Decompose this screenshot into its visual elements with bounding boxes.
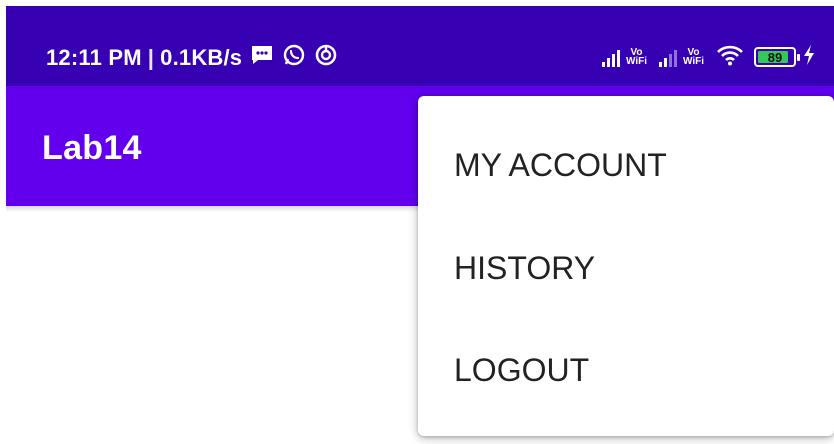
clock-text: 12:11 PM <box>46 45 142 70</box>
status-bar: 12:11 PM | 0.1KB/s Vo WiFi Vo WiFi 89 <box>6 6 834 86</box>
signal-icon <box>658 47 677 67</box>
battery-level-text: 89 <box>767 49 783 65</box>
whatsapp-icon <box>282 43 306 73</box>
status-separator: | <box>147 45 155 70</box>
status-left-group: 12:11 PM | 0.1KB/s <box>46 43 338 73</box>
overflow-menu: MY ACCOUNT HISTORY LOGOUT <box>418 96 834 436</box>
app-title: Lab14 <box>42 129 142 167</box>
menu-item-history[interactable]: HISTORY <box>418 233 834 303</box>
signal-icon <box>601 47 620 67</box>
app-screen: 12:11 PM | 0.1KB/s Vo WiFi Vo WiFi 89 La… <box>0 0 834 444</box>
vowifi-icon: Vo WiFi <box>682 48 704 67</box>
vowifi-label-bottom: WiFi <box>682 56 704 67</box>
wifi-icon <box>716 44 744 71</box>
message-icon <box>250 44 274 72</box>
charging-icon <box>802 44 816 71</box>
menu-item-my-account[interactable]: MY ACCOUNT <box>418 130 834 200</box>
battery-icon: 89 <box>754 47 800 67</box>
vowifi-label-bottom: WiFi <box>625 56 647 67</box>
data-saver-icon <box>314 43 338 73</box>
vowifi-icon: Vo WiFi <box>625 48 647 67</box>
net-speed-text: 0.1KB/s <box>160 45 243 70</box>
status-right-group: Vo WiFi Vo WiFi 89 <box>601 44 816 71</box>
menu-item-logout[interactable]: LOGOUT <box>418 335 834 405</box>
